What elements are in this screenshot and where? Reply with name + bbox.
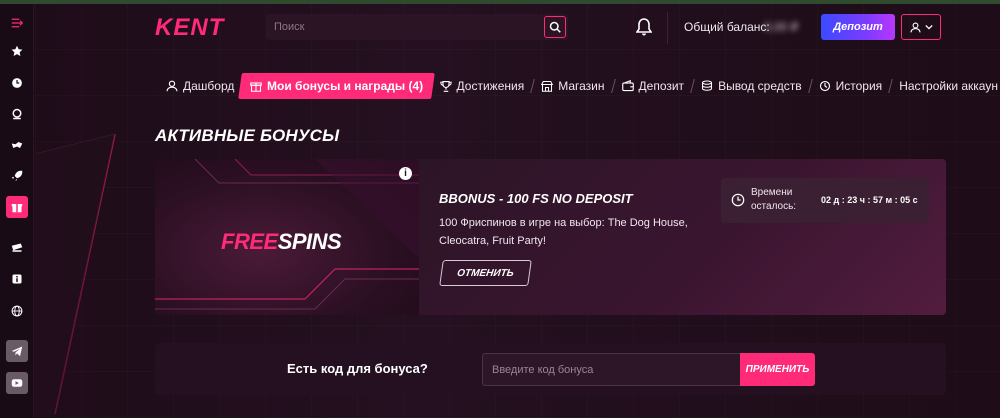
cancel-bonus-button[interactable]: ОТМЕНИТЬ (439, 260, 532, 286)
rocket-icon[interactable] (6, 165, 28, 187)
telegram-icon[interactable] (6, 340, 28, 362)
youtube-icon[interactable] (6, 372, 28, 394)
bonus-description: 100 Фриспинов в игре на выбор: The Dog H… (439, 217, 688, 247)
bonus-details: BBONUS - 100 FS NO DEPOSIT 100 Фриспинов… (419, 159, 946, 315)
freespins-label: FREESPINS (221, 229, 342, 254)
tab-shop[interactable]: Магазин (535, 73, 610, 99)
bonus-card: FREESPINS i BBONUS - 100 FS NO DEPOSIT 1… (155, 159, 946, 315)
globe-icon[interactable] (6, 300, 28, 322)
search-input[interactable] (266, 14, 536, 40)
bonus-image: FREESPINS i (155, 159, 419, 315)
balance-value: 0,00 ₽ (764, 20, 799, 34)
timer-value: 02 д : 23 ч : 57 м : 05 с (821, 195, 918, 205)
notifications-bell-icon[interactable] (635, 18, 653, 36)
sidebar (0, 4, 34, 418)
tab-history[interactable]: История (813, 73, 889, 99)
coins-icon (702, 80, 713, 91)
tab-bonuses[interactable]: Мои бонусы и награды (4) (238, 73, 436, 99)
info-icon[interactable] (6, 268, 28, 290)
tab-deposit[interactable]: Депозит (616, 73, 691, 99)
user-menu-button[interactable] (901, 14, 941, 40)
balance-label: Общий баланс: (684, 20, 770, 34)
star-icon[interactable] (6, 40, 28, 62)
kent-logo[interactable]: KENT (155, 14, 235, 45)
shop-icon (541, 80, 554, 92)
gift-icon[interactable] (6, 196, 28, 218)
promo-code-input[interactable] (482, 353, 740, 386)
clock-icon[interactable] (6, 72, 28, 94)
apply-promo-button[interactable]: ПРИМЕНИТЬ (740, 353, 815, 386)
sports-icon[interactable] (6, 134, 28, 156)
gift-icon (250, 82, 263, 92)
live-casino-icon[interactable] (6, 103, 28, 125)
search-bar (266, 14, 568, 40)
promo-code-card: Есть код для бонуса? ПРИМЕНИТЬ (155, 343, 946, 395)
page-title: АКТИВНЫЕ БОНУСЫ (155, 126, 340, 145)
account-tabs: Дашборд Мои бонусы и награды (4) Достиже… (160, 73, 1000, 99)
tab-achievements[interactable]: Достижения (434, 73, 531, 99)
svg-text:KENT: KENT (155, 14, 226, 40)
timer-label: Времени осталось: (751, 187, 797, 212)
bonus-name: BBONUS - 100 FS NO DEPOSIT (439, 191, 633, 206)
clock-icon (731, 193, 745, 207)
header-divider (667, 12, 668, 44)
tab-withdraw[interactable]: Вывод средств (695, 73, 808, 99)
tab-dashboard[interactable]: Дашборд (160, 73, 240, 99)
wallet-icon (621, 80, 634, 92)
history-icon (819, 80, 830, 92)
bonus-info-icon[interactable]: i (399, 167, 412, 180)
search-icon (549, 21, 561, 33)
menu-toggle-icon[interactable] (6, 12, 28, 34)
tab-account-settings[interactable]: Настройки аккаун (893, 73, 1000, 99)
search-button[interactable] (544, 16, 566, 38)
user-icon (166, 80, 178, 92)
bonus-timer: Времени осталось: 02 д : 23 ч : 57 м : 0… (721, 178, 929, 223)
user-icon (909, 21, 921, 32)
ticket-icon[interactable] (6, 237, 28, 259)
trophy-icon (439, 80, 452, 92)
promo-code-label: Есть код для бонуса? (287, 361, 428, 376)
decorative-lines (35, 133, 116, 418)
deposit-button[interactable]: Депозит (821, 14, 895, 40)
chevron-down-icon (924, 24, 933, 30)
